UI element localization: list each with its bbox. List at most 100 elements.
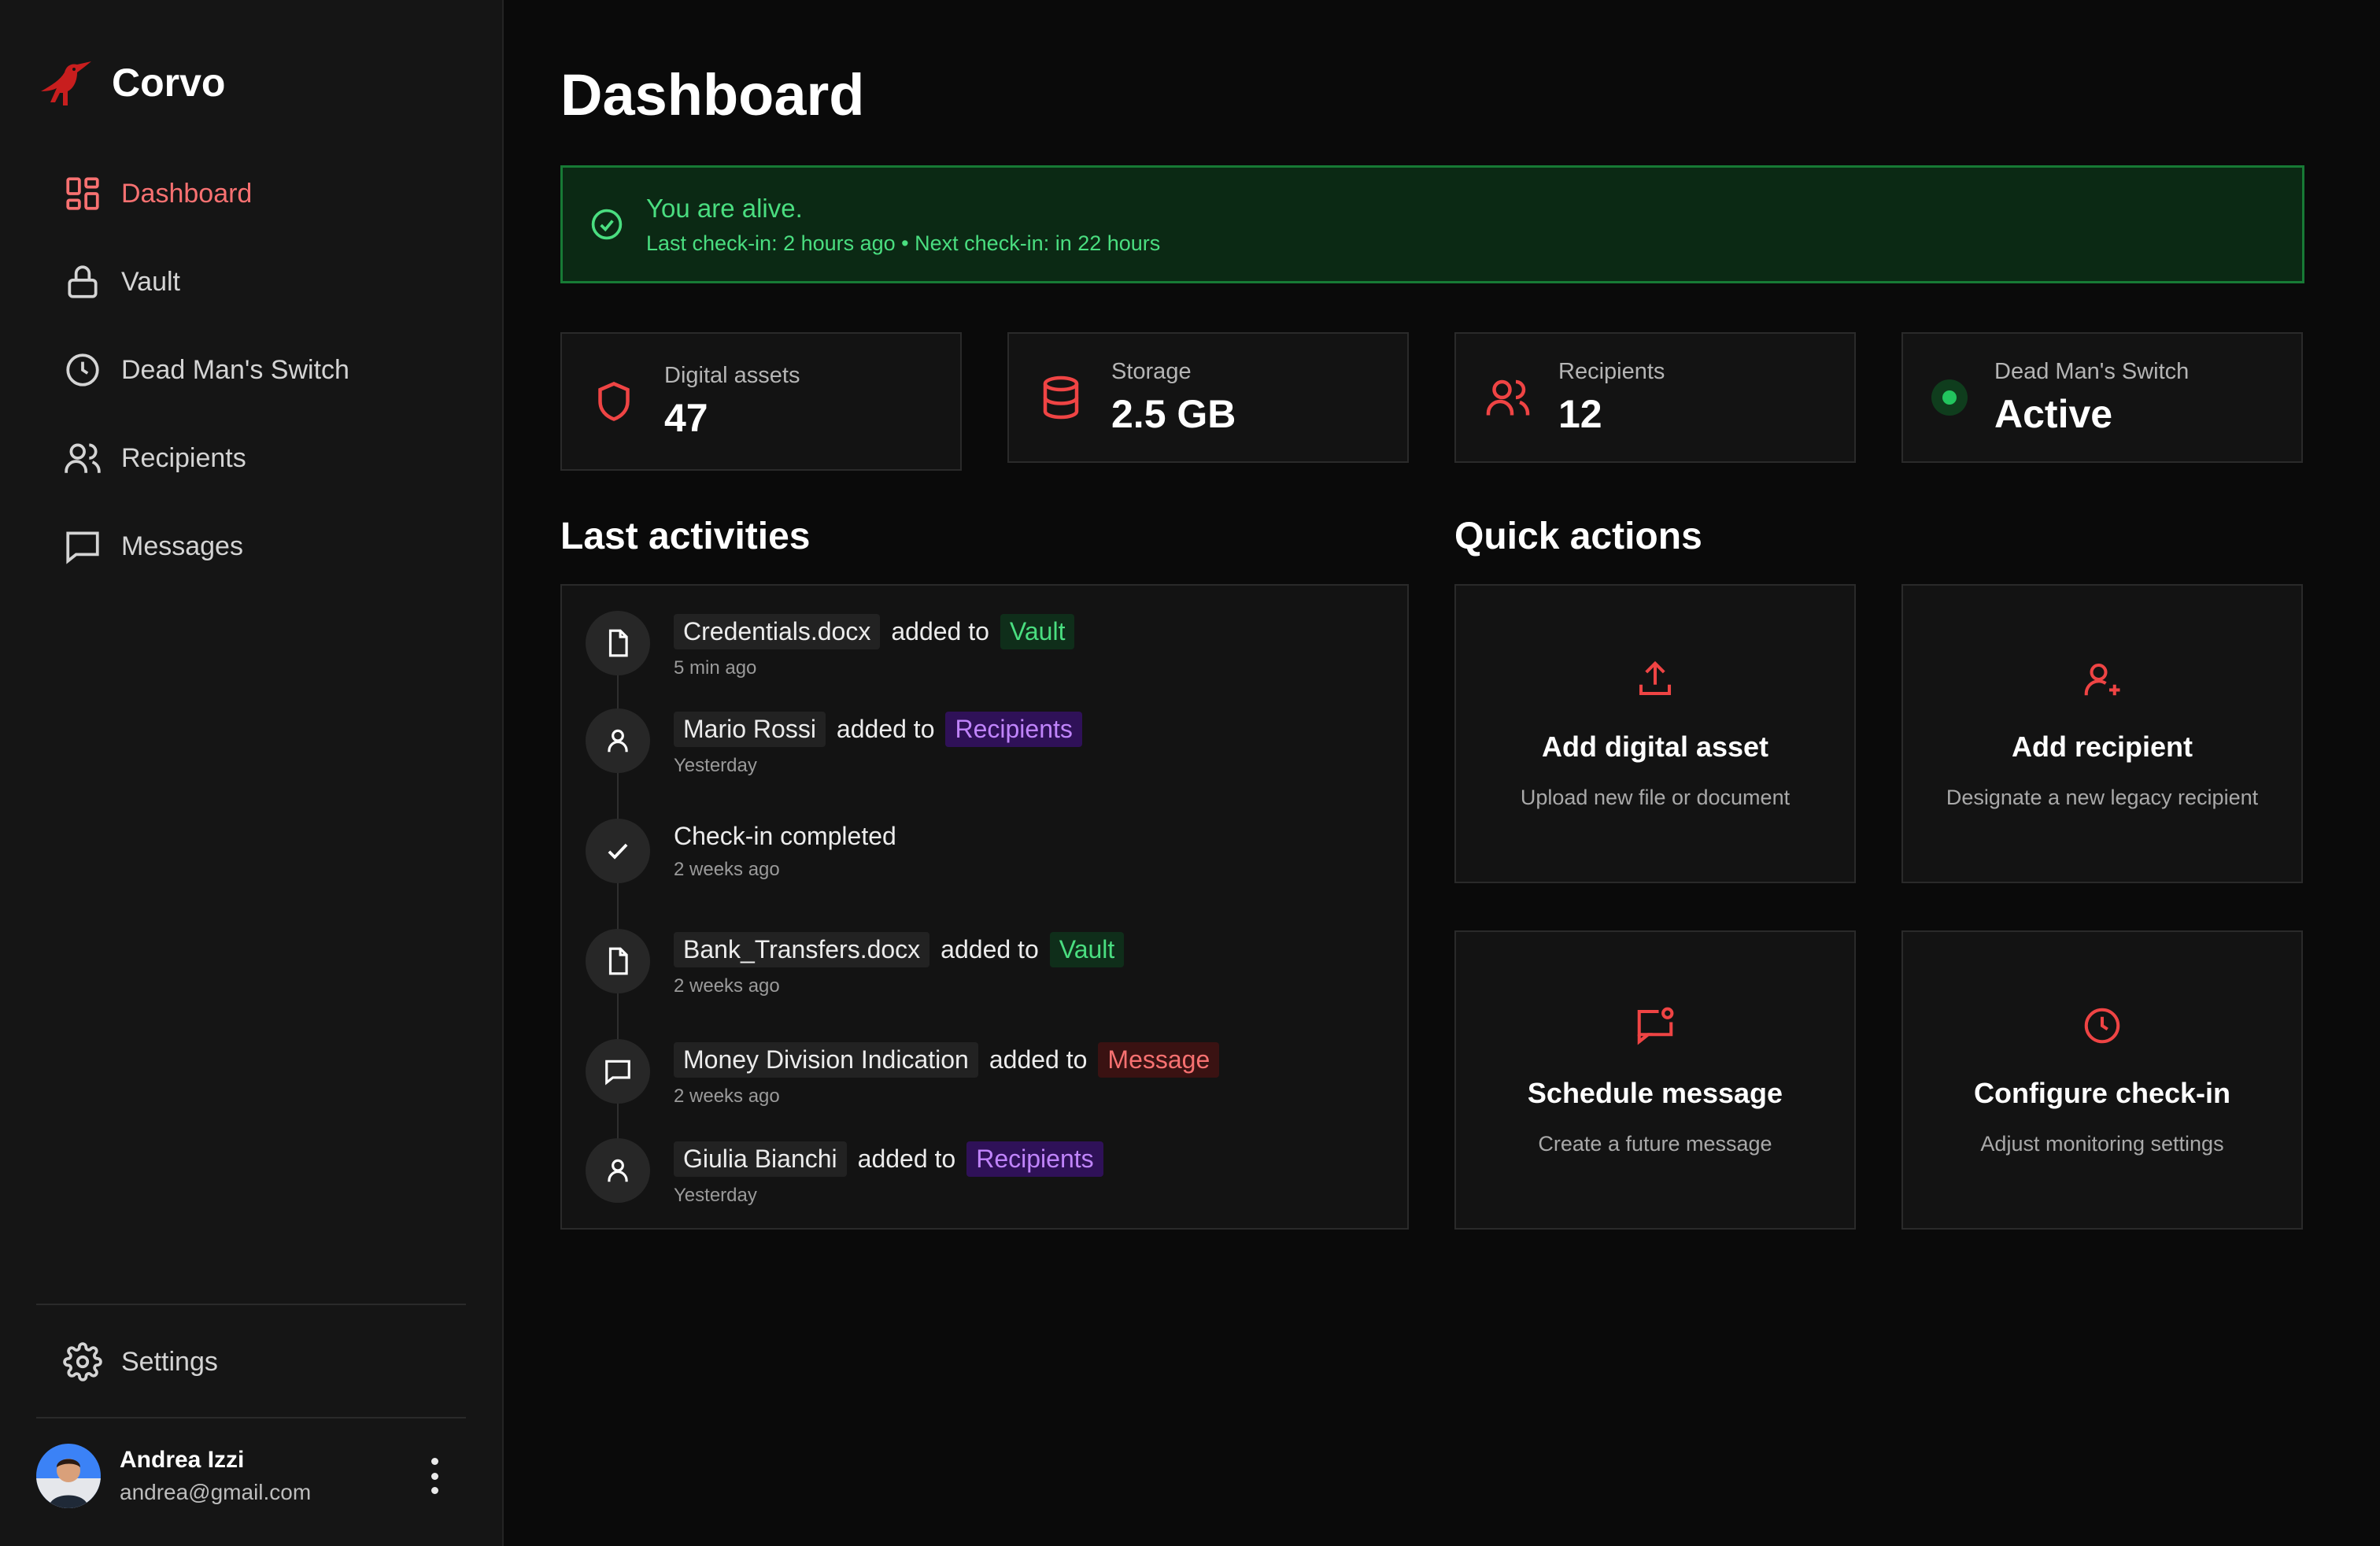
more-options-icon[interactable]: [430, 1458, 439, 1494]
activity-tag: Vault: [1000, 614, 1075, 649]
file-icon: [586, 929, 650, 993]
activity-tag: Vault: [1049, 932, 1125, 967]
activity-item-name: Giulia Bianchi: [674, 1141, 847, 1177]
activity-verb: added to: [836, 715, 935, 743]
message-schedule-icon: [1637, 1007, 1674, 1045]
user-icon: [586, 708, 650, 773]
activity-time: 2 weeks ago: [674, 859, 780, 880]
activity-item-name: Credentials.docx: [674, 614, 881, 649]
activity-verb: added to: [891, 617, 989, 645]
activity-verb: added to: [941, 935, 1039, 963]
stat-value: Active: [1994, 391, 2113, 436]
activity-item-name: Bank_Transfers.docx: [674, 932, 930, 967]
activity-item[interactable]: Check-in completed 2 weeks ago: [586, 819, 896, 883]
activity-item[interactable]: Bank_Transfers.docx added to Vault 2 wee…: [586, 929, 1125, 997]
activity-time: 2 weeks ago: [674, 975, 780, 997]
quick-action-title: Configure check-in: [1973, 1077, 2231, 1109]
sidebar-item-dead-mans-switch[interactable]: Dead Man's Switch: [63, 326, 349, 414]
user-plus-icon: [2084, 663, 2120, 696]
activity-verb: added to: [857, 1145, 956, 1173]
crow-logo-icon: [41, 61, 91, 105]
database-icon: [1043, 375, 1079, 420]
brand[interactable]: Corvo: [36, 57, 225, 109]
stat-card-storage: Storage 2.5 GB: [1007, 332, 1409, 463]
user-icon: [586, 1138, 650, 1203]
quick-action-subtitle: Upload new file or document: [1520, 786, 1791, 809]
stat-label: Recipients: [1558, 358, 1665, 384]
status-title: You are alive.: [646, 193, 803, 223]
quick-action-subtitle: Adjust monitoring settings: [1980, 1132, 2224, 1156]
stat-card-digital-assets: Digital assets 47: [560, 332, 962, 471]
stat-label: Digital assets: [664, 362, 800, 388]
sidebar-item-label: Messages: [121, 531, 243, 561]
dashboard-grid-icon: [66, 177, 99, 210]
add-recipient-button[interactable]: Add recipient Designate a new legacy rec…: [1901, 584, 2303, 883]
activity-text: Check-in completed: [674, 822, 896, 850]
sidebar-item-recipients[interactable]: Recipients: [63, 414, 349, 502]
sidebar-divider: [36, 1417, 466, 1418]
alive-status-banner: You are alive. Last check-in: 2 hours ag…: [560, 165, 2304, 283]
schedule-message-button[interactable]: Schedule message Create a future message: [1454, 930, 1856, 1230]
activity-item[interactable]: Money Division Indication added to Messa…: [586, 1039, 1220, 1108]
stat-label: Dead Man's Switch: [1994, 358, 2190, 384]
stat-label: Storage: [1111, 358, 1192, 384]
activity-tag: Recipients: [945, 712, 1082, 747]
activity-item[interactable]: Mario Rossi added to Recipients Yesterda…: [586, 708, 1082, 777]
activity-time: Yesterday: [674, 1185, 757, 1206]
stat-value: 47: [664, 395, 708, 440]
activities-panel: Credentials.docx added to Vault 5 min ag…: [560, 584, 1409, 1230]
sidebar-divider: [36, 1304, 466, 1305]
quick-action-title: Schedule message: [1527, 1077, 1783, 1109]
sidebar-item-vault[interactable]: Vault: [63, 238, 349, 326]
activity-time: 5 min ago: [674, 657, 757, 679]
sidebar-item-messages[interactable]: Messages: [63, 502, 349, 590]
activity-tag: Message: [1098, 1042, 1220, 1078]
activity-time: 2 weeks ago: [674, 1086, 780, 1107]
stat-value: 12: [1558, 391, 1602, 436]
users-icon: [65, 443, 101, 473]
settings-label: Settings: [121, 1346, 218, 1377]
user-name: Andrea Izzi: [120, 1447, 245, 1473]
sidebar-item-label: Recipients: [121, 442, 246, 473]
stat-card-dead-mans-switch: Dead Man's Switch Active: [1901, 332, 2303, 463]
check-circle-icon: [591, 209, 623, 240]
configure-check-in-button[interactable]: Configure check-in Adjust monitoring set…: [1901, 930, 2303, 1230]
activities-title: Last activities: [560, 516, 811, 557]
users-icon: [1486, 379, 1530, 416]
clock-icon: [66, 353, 99, 386]
check-icon: [586, 819, 650, 883]
sidebar-item-dashboard[interactable]: Dashboard: [63, 150, 349, 238]
activity-item[interactable]: Giulia Bianchi added to Recipients Yeste…: [586, 1138, 1103, 1207]
activity-item[interactable]: Credentials.docx added to Vault 5 min ag…: [586, 611, 1075, 679]
quick-action-subtitle: Designate a new legacy recipient: [1946, 786, 2259, 809]
file-icon: [586, 611, 650, 675]
quick-action-title: Add recipient: [2011, 730, 2193, 763]
activity-verb: added to: [989, 1045, 1088, 1074]
sidebar: Corvo Dashboard Vault Dead Man's Switch: [0, 0, 504, 1546]
user-email: andrea@gmail.com: [120, 1480, 312, 1504]
stat-value: 2.5 GB: [1111, 391, 1236, 436]
activity-item-name: Money Division Indication: [674, 1042, 978, 1078]
quick-action-title: Add digital asset: [1541, 730, 1769, 763]
user-profile[interactable]: Andrea Izzi andrea@gmail.com: [36, 1442, 466, 1510]
sidebar-item-label: Dashboard: [121, 178, 253, 209]
sidebar-item-settings[interactable]: Settings: [63, 1338, 218, 1385]
activity-time: Yesterday: [674, 755, 757, 776]
sidebar-nav: Dashboard Vault Dead Man's Switch Recipi…: [63, 150, 349, 590]
activity-item-name: Mario Rossi: [674, 712, 826, 747]
sidebar-item-label: Vault: [121, 266, 180, 297]
clock-icon: [2084, 1008, 2120, 1044]
page-title: Dashboard: [560, 62, 865, 128]
upload-icon: [1639, 660, 1672, 696]
stat-card-recipients: Recipients 12: [1454, 332, 1856, 463]
quick-action-subtitle: Create a future message: [1538, 1132, 1772, 1156]
add-digital-asset-button[interactable]: Add digital asset Upload new file or doc…: [1454, 584, 1856, 883]
status-subtitle: Last check-in: 2 hours ago • Next check-…: [646, 231, 1161, 255]
shield-icon: [598, 382, 630, 421]
gear-icon: [63, 1342, 102, 1381]
sidebar-item-label: Dead Man's Switch: [121, 354, 349, 385]
status-dot-icon: [1931, 379, 1968, 416]
message-icon: [586, 1039, 650, 1104]
avatar: [36, 1444, 101, 1508]
activity-tag: Recipients: [966, 1141, 1103, 1177]
